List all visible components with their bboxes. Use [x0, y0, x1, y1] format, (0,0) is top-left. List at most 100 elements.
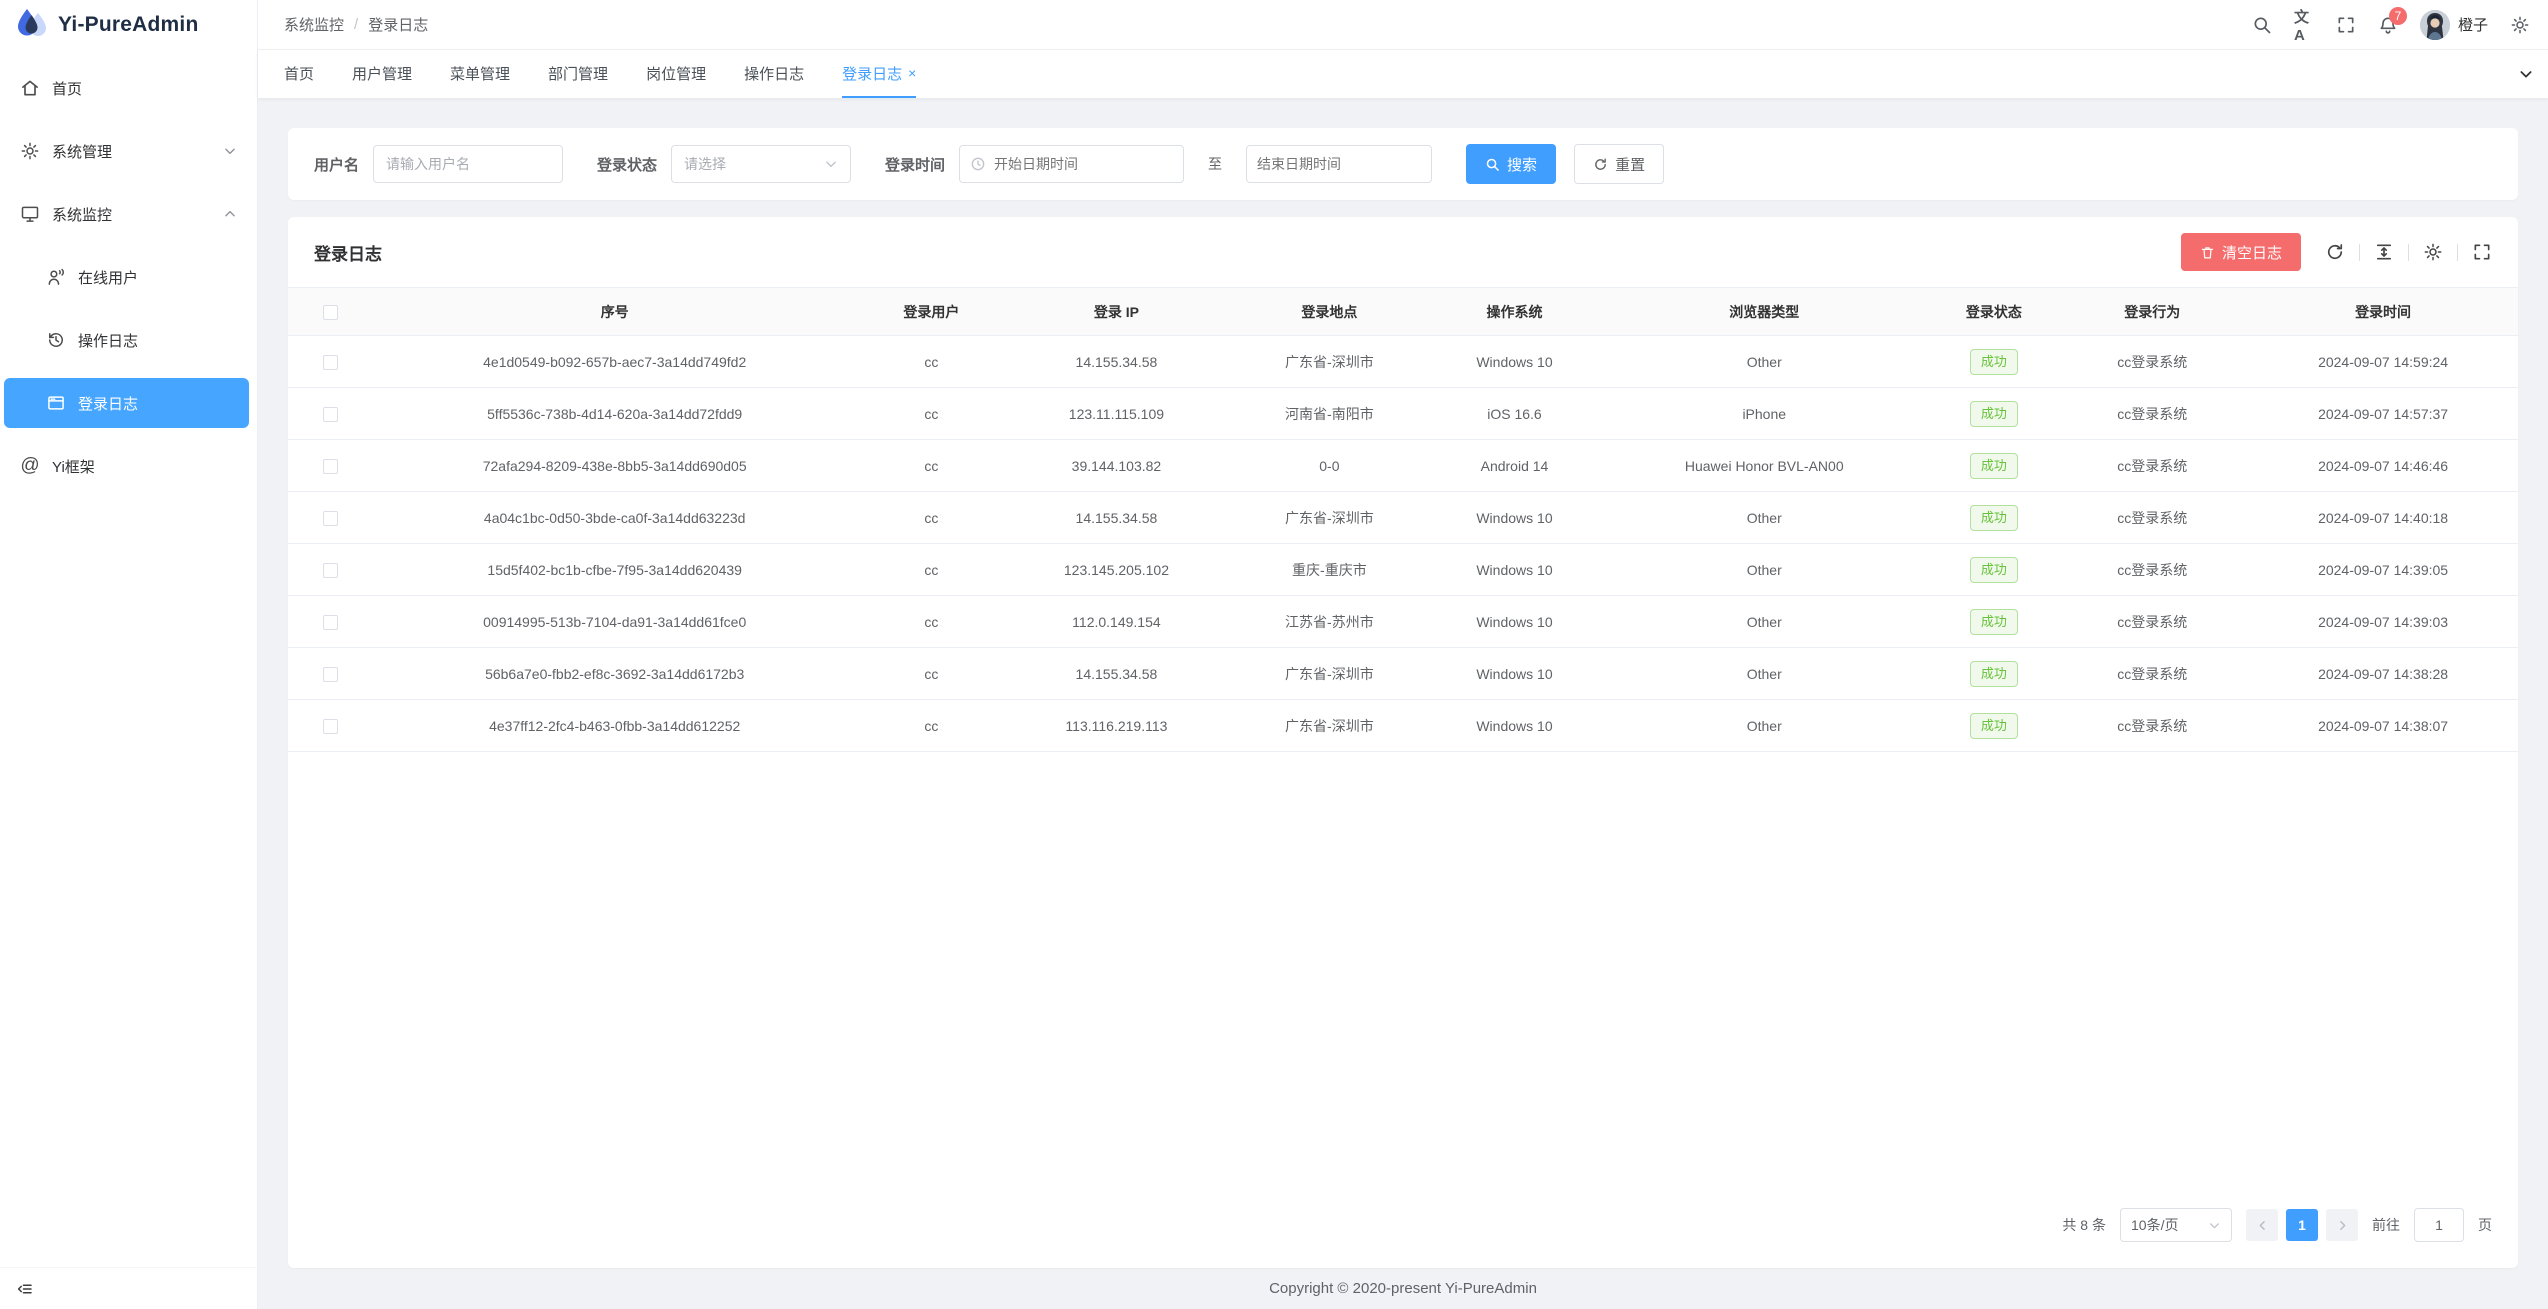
app-logo[interactable]: Yi-PureAdmin	[0, 0, 257, 50]
cell-login-location: 广东省-深圳市	[1227, 492, 1432, 544]
row-checkbox[interactable]	[323, 407, 338, 422]
cell-login-user: cc	[857, 596, 1006, 648]
table-row[interactable]: 4e37ff12-2fc4-b463-0fbb-3a14dd612252 cc …	[288, 700, 2518, 752]
column-header[interactable]: 登录时间	[2248, 288, 2518, 336]
breadcrumb-item[interactable]: 系统监控	[284, 14, 344, 35]
row-checkbox[interactable]	[323, 511, 338, 526]
tab-operation-log[interactable]: 操作日志	[744, 50, 804, 98]
cell-login-time: 2024-09-07 14:39:03	[2248, 596, 2518, 648]
table-row[interactable]: 4a04c1bc-0d50-3bde-ca0f-3a14dd63223d cc …	[288, 492, 2518, 544]
cell-serial-number: 4e1d0549-b092-657b-aec7-3a14dd749fd2	[373, 336, 857, 388]
cell-login-user: cc	[857, 700, 1006, 752]
username-input[interactable]	[386, 156, 550, 172]
column-header[interactable]: 登录状态	[1931, 288, 2056, 336]
row-checkbox[interactable]	[323, 355, 338, 370]
prev-page-button[interactable]	[2246, 1209, 2278, 1241]
cell-login-time: 2024-09-07 14:59:24	[2248, 336, 2518, 388]
column-header[interactable]: 浏览器类型	[1597, 288, 1932, 336]
cell-operating-system: Windows 10	[1432, 648, 1597, 700]
page-size-select[interactable]: 10条/页	[2120, 1208, 2232, 1242]
cell-login-user: cc	[857, 336, 1006, 388]
table-fullscreen-icon[interactable]	[2472, 242, 2492, 262]
notification-bell-icon[interactable]: 7	[2378, 15, 2398, 35]
table-row[interactable]: 72afa294-8209-438e-8bb5-3a14dd690d05 cc …	[288, 440, 2518, 492]
clear-log-button[interactable]: 清空日志	[2181, 233, 2301, 271]
card-toolbar: 清空日志	[2181, 233, 2492, 271]
row-checkbox[interactable]	[323, 615, 338, 630]
fullscreen-icon[interactable]	[2336, 15, 2356, 35]
tab-menu-management[interactable]: 菜单管理	[450, 50, 510, 98]
status-badge: 成功	[1970, 453, 2018, 479]
end-date-input[interactable]	[1257, 156, 1421, 172]
sidebar-item-online-users[interactable]: 在线用户	[0, 252, 257, 302]
breadcrumb-separator: /	[354, 16, 358, 33]
start-date-picker[interactable]	[959, 145, 1184, 183]
tab-label: 操作日志	[744, 63, 804, 84]
search-button[interactable]: 搜索	[1466, 144, 1556, 184]
search-icon[interactable]	[2252, 15, 2272, 35]
page-size-value: 10条/页	[2131, 1215, 2178, 1235]
cell-operating-system: Windows 10	[1432, 336, 1597, 388]
pagination: 共 8 条 10条/页 1 前往	[288, 1208, 2518, 1268]
sidebar-item-yi-framework[interactable]: @ Yi框架	[0, 441, 257, 491]
cell-login-user: cc	[857, 492, 1006, 544]
column-header[interactable]: 登录 IP	[1006, 288, 1227, 336]
sidebar-item-login-log[interactable]: 登录日志	[4, 378, 249, 428]
cell-browser-type: Other	[1597, 596, 1932, 648]
cell-login-ip: 113.116.219.113	[1006, 700, 1227, 752]
tab-user-management[interactable]: 用户管理	[352, 50, 412, 98]
sidebar-item-label: 操作日志	[78, 330, 138, 351]
column-header[interactable]: 登录用户	[857, 288, 1006, 336]
row-checkbox[interactable]	[323, 563, 338, 578]
end-date-picker[interactable]	[1246, 145, 1432, 183]
table-row[interactable]: 4e1d0549-b092-657b-aec7-3a14dd749fd2 cc …	[288, 336, 2518, 388]
select-all-checkbox[interactable]	[323, 305, 338, 320]
username-label: 用户名	[314, 154, 359, 175]
sidebar-item-operation-log[interactable]: 操作日志	[0, 315, 257, 365]
start-date-input[interactable]	[994, 156, 1173, 172]
tabs-dropdown-chevron-icon[interactable]	[2518, 50, 2534, 98]
cell-login-location: 广东省-深圳市	[1227, 700, 1432, 752]
next-page-button[interactable]	[2326, 1209, 2358, 1241]
sidebar-item-home[interactable]: 首页	[0, 63, 257, 113]
tab-close-icon[interactable]: ×	[908, 65, 916, 81]
chevron-right-icon	[2336, 1219, 2349, 1232]
table-row[interactable]: 56b6a7e0-fbb2-ef8c-3692-3a14dd6172b3 cc …	[288, 648, 2518, 700]
column-header[interactable]: 序号	[373, 288, 857, 336]
reset-button[interactable]: 重置	[1574, 144, 1664, 184]
table-row[interactable]: 5ff5536c-738b-4d14-620a-3a14dd72fdd9 cc …	[288, 388, 2518, 440]
row-checkbox[interactable]	[323, 459, 338, 474]
sidebar-item-system-monitor[interactable]: 系统监控	[0, 189, 257, 239]
sidebar-item-system-management[interactable]: 系统管理	[0, 126, 257, 176]
column-header[interactable]: 登录行为	[2056, 288, 2248, 336]
row-checkbox[interactable]	[323, 719, 338, 734]
settings-gear-icon[interactable]	[2510, 15, 2530, 35]
row-checkbox[interactable]	[323, 667, 338, 682]
table-row[interactable]: 00914995-513b-7104-da91-3a14dd61fce0 cc …	[288, 596, 2518, 648]
column-settings-gear-icon[interactable]	[2423, 242, 2443, 262]
tab-dept-management[interactable]: 部门管理	[548, 50, 608, 98]
sidebar-item-label: 系统监控	[52, 204, 112, 225]
app-root: Yi-PureAdmin 首页 系统管理 系统监控 在线用户	[0, 0, 2548, 1309]
goto-page-input[interactable]	[2414, 1208, 2464, 1242]
table-row[interactable]: 15d5f402-bc1b-cfbe-7f95-3a14dd620439 cc …	[288, 544, 2518, 596]
user-menu[interactable]: 橙子	[2420, 10, 2488, 40]
page-number-1[interactable]: 1	[2286, 1209, 2318, 1241]
table-header-row: 序号 登录用户 登录 IP 登录地点 操作系统 浏览器类型 登录状态 登录行为 …	[288, 288, 2518, 336]
refresh-icon[interactable]	[2325, 242, 2345, 262]
translate-icon[interactable]: 文A	[2294, 15, 2314, 35]
cell-browser-type: iPhone	[1597, 388, 1932, 440]
username-form-item: 用户名	[314, 145, 563, 183]
column-header[interactable]: 操作系统	[1432, 288, 1597, 336]
column-header[interactable]: 登录地点	[1227, 288, 1432, 336]
row-density-icon[interactable]	[2374, 242, 2394, 262]
cell-serial-number: 4e37ff12-2fc4-b463-0fbb-3a14dd612252	[373, 700, 857, 752]
sidebar: Yi-PureAdmin 首页 系统管理 系统监控 在线用户	[0, 0, 258, 1309]
tab-post-management[interactable]: 岗位管理	[646, 50, 706, 98]
login-status-select[interactable]: 请选择	[671, 145, 851, 183]
footer-copyright: Copyright © 2020-present Yi-PureAdmin	[258, 1268, 2548, 1309]
tab-login-log[interactable]: 登录日志 ×	[842, 50, 916, 98]
collapse-sidebar-icon[interactable]	[16, 1280, 34, 1298]
cell-operating-system: Windows 10	[1432, 596, 1597, 648]
tab-home[interactable]: 首页	[284, 50, 314, 98]
